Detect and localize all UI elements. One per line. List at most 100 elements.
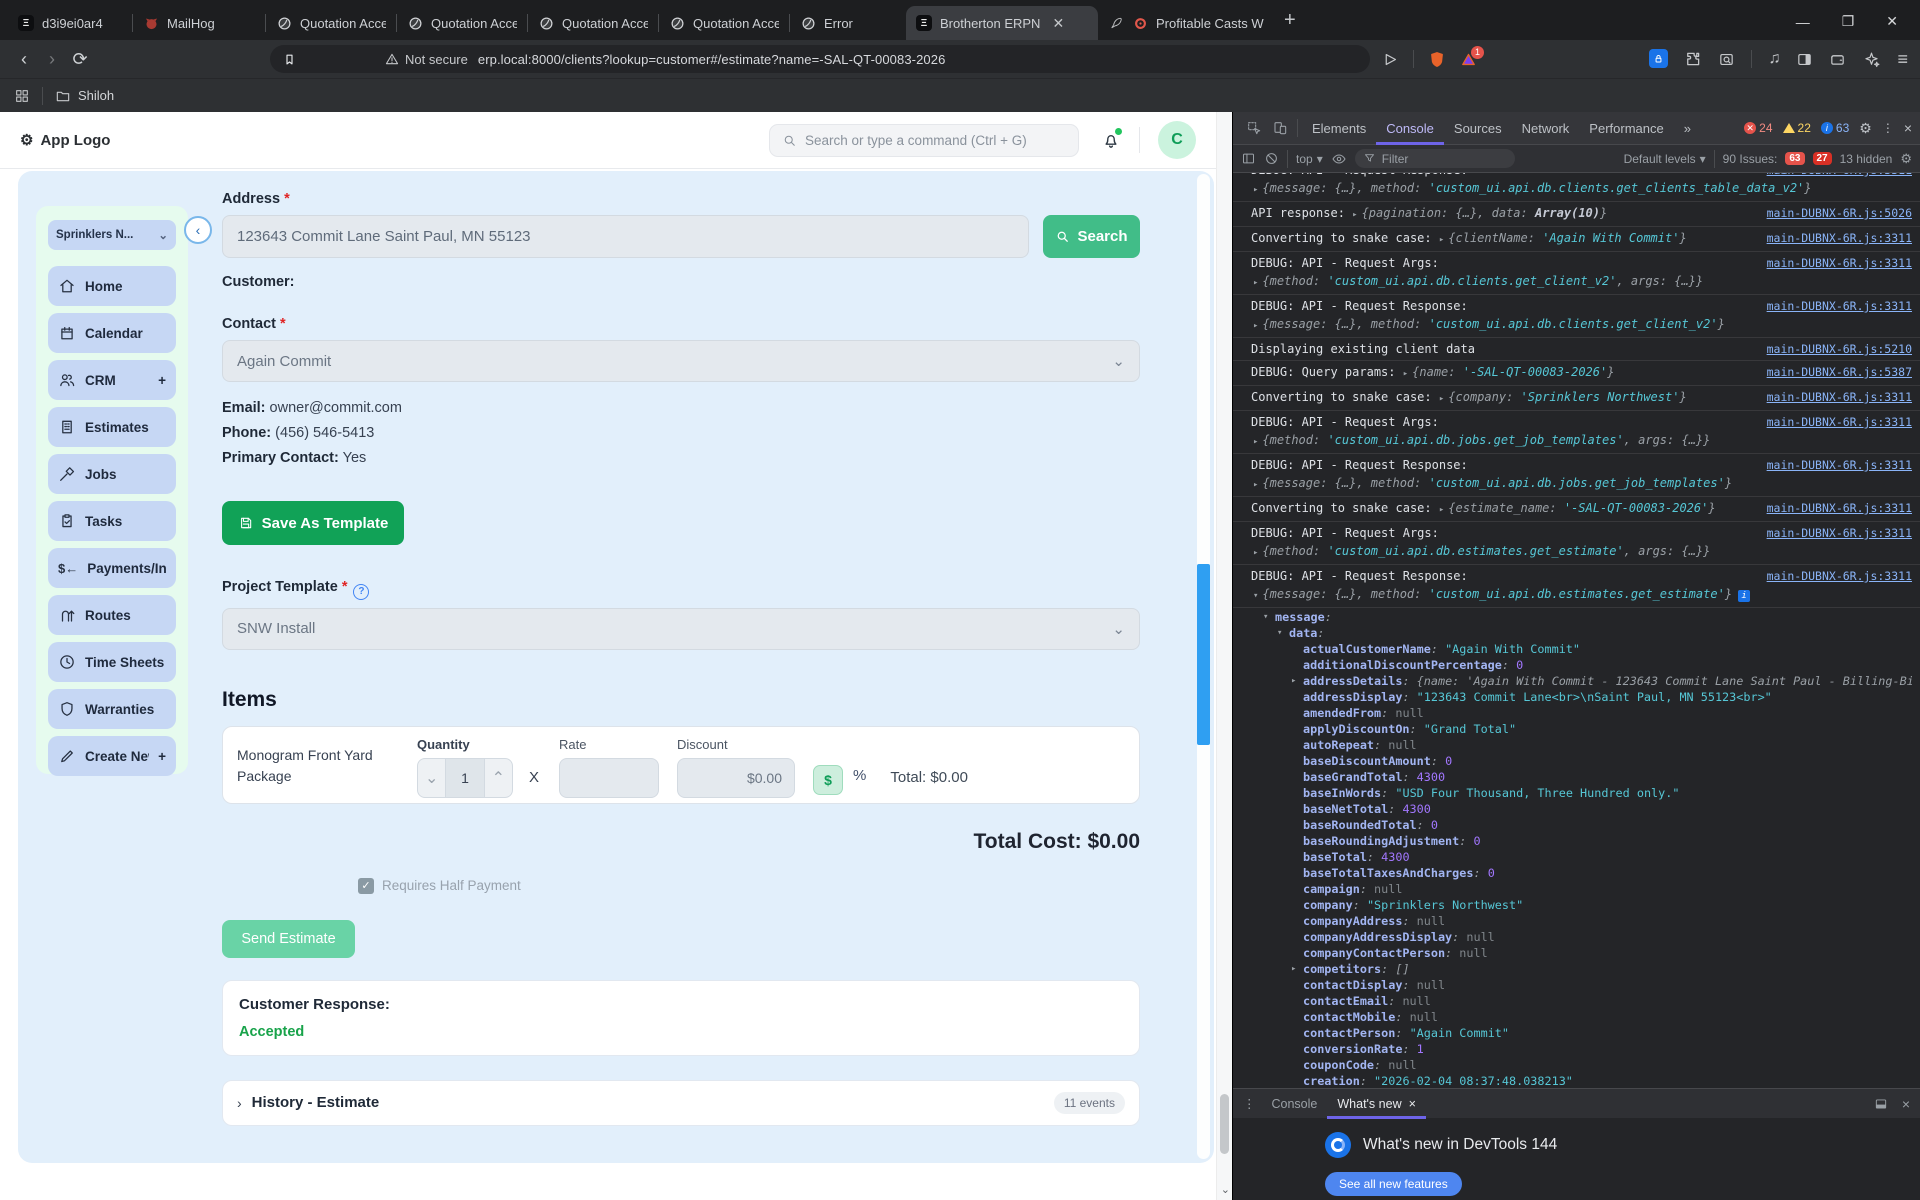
sidebar-item-routes[interactable]: Routes [48, 595, 176, 635]
expand-arrow-icon[interactable]: ▾ [1253, 591, 1258, 601]
expand-arrow-icon[interactable]: ▸ [1253, 480, 1258, 490]
source-link[interactable]: main-DUBNX-6R.js:3311 [1767, 499, 1912, 519]
half-payment-checkbox[interactable]: ✓ [358, 877, 374, 894]
source-link[interactable]: main-DUBNX-6R.js:5387 [1767, 363, 1912, 383]
browser-tab[interactable]: Ξ Brotherton ERPN ✕ [906, 6, 1098, 40]
company-select[interactable]: Sprinklers N... ⌄ [48, 220, 176, 250]
source-link[interactable]: main-DUBNX-6R.js:5210 [1767, 340, 1912, 358]
object-property[interactable]: baseTotalTaxesAndCharges: 0 [1251, 865, 1912, 881]
expand-arrow-icon[interactable]: ▸ [1352, 210, 1357, 220]
leo-ai-icon[interactable] [1862, 50, 1881, 69]
expand-plus-icon[interactable]: + [158, 373, 166, 388]
expand-arrow-icon[interactable]: ▾ [1263, 609, 1268, 625]
expand-arrow-icon[interactable]: ▸ [1253, 437, 1258, 447]
extension-icon[interactable]: 1 [1460, 45, 1484, 68]
console-message[interactable]: DEBUG: API - Request Args: main-DUBNX-6R.… [1233, 522, 1920, 565]
object-property[interactable]: baseInWords: "USD Four Thousand, Three H… [1251, 785, 1912, 801]
object-property[interactable]: baseRoundedTotal: 0 [1251, 817, 1912, 833]
live-expression-eye-icon[interactable] [1331, 151, 1347, 167]
password-manager-icon[interactable] [1649, 48, 1669, 70]
browser-tab[interactable]: Error [790, 6, 906, 40]
send-to-device-icon[interactable] [1382, 51, 1399, 68]
console-log[interactable]: DEBUG: API - Request Response:main-DUBNX… [1233, 173, 1920, 1088]
expand-arrow-icon[interactable]: ▸ [1403, 369, 1408, 379]
sidebar-item-create-new[interactable]: Create New+ [48, 736, 176, 776]
console-warnings-badge[interactable]: 22 [1782, 121, 1811, 135]
expand-arrow-icon[interactable]: ▸ [1439, 394, 1444, 404]
browser-tab[interactable]: Quotation Accepted [397, 6, 527, 40]
bookmark-folder[interactable]: Shiloh [55, 88, 114, 104]
expand-arrow-icon[interactable]: ▸ [1291, 673, 1296, 689]
contact-select[interactable]: Again Commit ⌄ [222, 340, 1140, 382]
object-property[interactable]: baseNetTotal: 4300 [1251, 801, 1912, 817]
bookmark-page-icon[interactable] [282, 52, 297, 67]
inspect-element-icon[interactable] [1241, 120, 1267, 136]
object-property[interactable]: autoRepeat: null [1251, 737, 1912, 753]
issues-label[interactable]: 90 Issues: [1723, 152, 1778, 166]
console-sidebar-icon[interactable] [1241, 151, 1256, 166]
quantity-value[interactable]: 1 [445, 758, 485, 797]
object-property[interactable]: addressDisplay: "123643 Commit Lane<br>\… [1251, 689, 1912, 705]
console-message[interactable]: Converting to snake case: ▸ {company: 'Sp… [1233, 386, 1920, 411]
scroll-down-arrow[interactable]: ⌄ [1221, 1183, 1230, 1196]
console-message[interactable]: Displaying existing client data main-DUBN… [1233, 338, 1920, 361]
browser-tab[interactable]: Quotation Accepted [659, 6, 789, 40]
clear-console-icon[interactable] [1264, 151, 1279, 166]
rate-input[interactable] [559, 757, 660, 798]
expand-arrow-icon[interactable]: ▸ [1253, 278, 1258, 288]
sidebar-item-home[interactable]: Home [48, 266, 176, 306]
object-property[interactable]: baseTotal: 4300 [1251, 849, 1912, 865]
sidebar-collapse-button[interactable]: ‹ [184, 216, 212, 244]
expand-arrow-icon[interactable]: ▸ [1439, 235, 1444, 245]
new-tab-button[interactable]: + [1284, 9, 1296, 32]
dock-panel-icon[interactable] [1874, 1097, 1888, 1111]
notifications-bell[interactable] [1101, 128, 1122, 150]
expand-arrow-icon[interactable]: ▾ [1277, 625, 1282, 641]
console-message[interactable]: DEBUG: API - Request Response:main-DUBNX… [1233, 295, 1920, 338]
log-levels-select[interactable]: Default levels ▾ [1624, 152, 1706, 166]
object-property[interactable]: creation: "2026-02-04 08:37:48.038213" [1251, 1073, 1912, 1088]
console-message[interactable]: DEBUG: API - Request Args: main-DUBNX-6R.… [1233, 411, 1920, 454]
object-property[interactable]: companyAddressDisplay: null [1251, 929, 1912, 945]
object-property[interactable]: baseDiscountAmount: 0 [1251, 753, 1912, 769]
devtools-tab-performance[interactable]: Performance [1579, 112, 1673, 145]
devtools-tab-console[interactable]: Console [1376, 112, 1444, 145]
console-object-tree[interactable]: ▾ message: ▾ data: actualCustomerName: "A… [1233, 608, 1920, 1088]
sidebar-toggle-icon[interactable] [1796, 51, 1813, 68]
window-minimize-button[interactable]: — [1796, 14, 1810, 30]
source-link[interactable]: main-DUBNX-6R.js:3311 [1767, 388, 1912, 408]
object-property[interactable]: actualCustomerName: "Again With Commit" [1251, 641, 1912, 657]
drawer-tab-console[interactable]: Console [1262, 1089, 1328, 1119]
menu-icon[interactable]: ≡ [1897, 49, 1908, 70]
context-selector[interactable]: top ▾ [1296, 152, 1323, 166]
drawer-tab-close-icon[interactable]: × [1409, 1097, 1416, 1111]
drawer-tab-whats-new[interactable]: What's new × [1327, 1089, 1426, 1119]
object-property[interactable]: amendedFrom: null [1251, 705, 1912, 721]
drawer-menu-icon[interactable]: ⋮ [1243, 1096, 1256, 1111]
object-property[interactable]: baseRoundingAdjustment: 0 [1251, 833, 1912, 849]
user-avatar[interactable]: C [1158, 121, 1196, 159]
back-button[interactable]: ‹ [10, 49, 38, 70]
browser-tab[interactable]: Quotation Accepted [266, 6, 396, 40]
expand-arrow-icon[interactable]: ▸ [1253, 185, 1258, 195]
console-errors-badge[interactable]: ✕ 24 [1744, 121, 1773, 135]
console-message[interactable]: DEBUG: Query params: ▸ {name: '-SAL-QT-00… [1233, 361, 1920, 386]
object-property[interactable]: ▸ competitors: [] [1251, 961, 1912, 977]
screenshot-icon[interactable] [1718, 51, 1735, 68]
extensions-puzzle-icon[interactable] [1684, 50, 1702, 68]
source-link[interactable]: main-DUBNX-6R.js:5026 [1767, 204, 1912, 224]
send-estimate-button[interactable]: Send Estimate [222, 919, 355, 958]
object-property[interactable]: contactDisplay: null [1251, 977, 1912, 993]
address-input[interactable]: 123643 Commit Lane Saint Paul, MN 55123 [222, 215, 1029, 258]
source-link[interactable]: main-DUBNX-6R.js:3311 [1767, 413, 1912, 431]
history-section[interactable]: › History - Estimate 11 events [222, 1079, 1140, 1126]
browser-tab[interactable]: Quotation Accepted [528, 6, 658, 40]
source-link[interactable]: main-DUBNX-6R.js:3311 [1767, 229, 1912, 249]
expand-arrow-icon[interactable]: ▸ [1291, 961, 1296, 977]
help-icon[interactable]: ? [353, 583, 370, 600]
page-scroll-thumb[interactable] [1197, 564, 1210, 745]
sidebar-item-payments-in[interactable]: $← Payments/In... [48, 548, 176, 588]
devtools-tab-network[interactable]: Network [1512, 112, 1580, 145]
window-close-button[interactable]: ✕ [1886, 13, 1898, 30]
source-link[interactable]: main-DUBNX-6R.js:3311 [1767, 456, 1912, 474]
